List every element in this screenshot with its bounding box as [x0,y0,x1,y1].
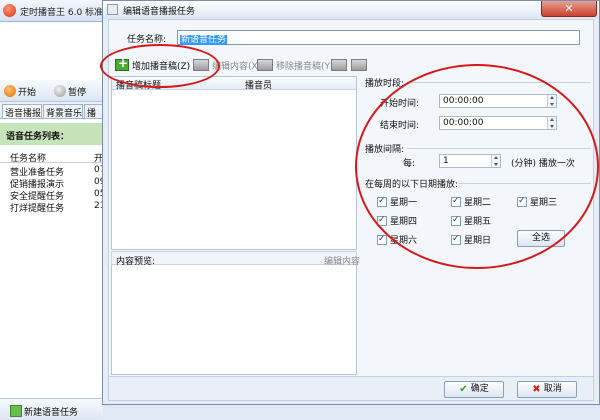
move-down-button[interactable] [351,58,367,72]
move-up-icon [331,59,347,71]
annotation-circle-add [100,44,220,88]
pause-icon [54,85,66,97]
script-list[interactable]: 播音稿标题 播音员 [111,76,357,250]
dialog-title: 编辑语音播报任务 [123,7,196,17]
dialog-button-bar: ✔ 确定 ✖ 取消 [109,376,593,400]
app-icon [3,4,16,17]
cancel-button[interactable]: ✖ 取消 [517,381,577,398]
main-left-pane: 开始 暂停 语音播报 背景音乐 播 语音任务列表： 任务名称 开 营业准备任务 … [0,22,105,420]
new-voice-task-button[interactable]: 新建语音任务 [10,404,78,418]
main-toolbar: 开始 暂停 [0,80,103,102]
col-announcer[interactable]: 播音员 [245,78,272,91]
remove-script-button[interactable]: 移除播音稿(Y) [257,58,334,72]
task-name-input[interactable]: 新语音任务 [177,30,580,45]
main-window-title: 定时播音王 6.0 标准版 [20,8,113,18]
new-document-icon [10,405,22,417]
dialog-title-bar[interactable]: 编辑语音播报任务 ✕ [103,1,599,19]
ok-button[interactable]: ✔ 确定 [444,381,504,398]
pause-button[interactable]: 暂停 [54,84,86,98]
check-icon: ✔ [459,384,468,395]
main-tabs: 语音播报 背景音乐 播 [0,104,103,118]
task-list-title: 语音任务列表： [0,123,103,145]
task-list-header: 任务名称 开 [0,149,103,164]
main-blank-area [0,22,103,80]
window-icon [107,4,118,15]
tab-more[interactable]: 播 [84,104,103,118]
remove-icon [257,59,273,71]
task-name-value: 新语音任务 [180,35,228,45]
task-list-panel: 语音任务列表： 任务名称 开 营业准备任务 07 促销播报演示 09 安全提醒任… [0,118,105,398]
col-task-name[interactable]: 任务名称 [10,151,46,164]
tab-voice-broadcast[interactable]: 语音播报 [2,104,42,118]
annotation-circle-schedule [355,64,599,269]
start-button[interactable]: 开始 [4,84,36,98]
cancel-icon: ✖ [532,384,541,395]
preview-header: 内容预览: 编辑内容 [111,251,360,267]
content-preview[interactable] [111,265,357,375]
task-row[interactable]: 促销播报演示 09 [0,177,105,190]
main-bottom-bar: 新建语音任务 [0,398,103,420]
close-button[interactable]: ✕ [541,1,597,17]
move-down-icon [351,59,367,71]
tab-background-music[interactable]: 背景音乐 [43,104,83,118]
play-icon [4,85,16,97]
task-row[interactable]: 营业准备任务 07 [0,165,105,178]
task-row[interactable]: 打烊提醒任务 21 [0,201,105,214]
task-row[interactable]: 安全提醒任务 05 [0,189,105,202]
move-up-button[interactable] [331,58,347,72]
